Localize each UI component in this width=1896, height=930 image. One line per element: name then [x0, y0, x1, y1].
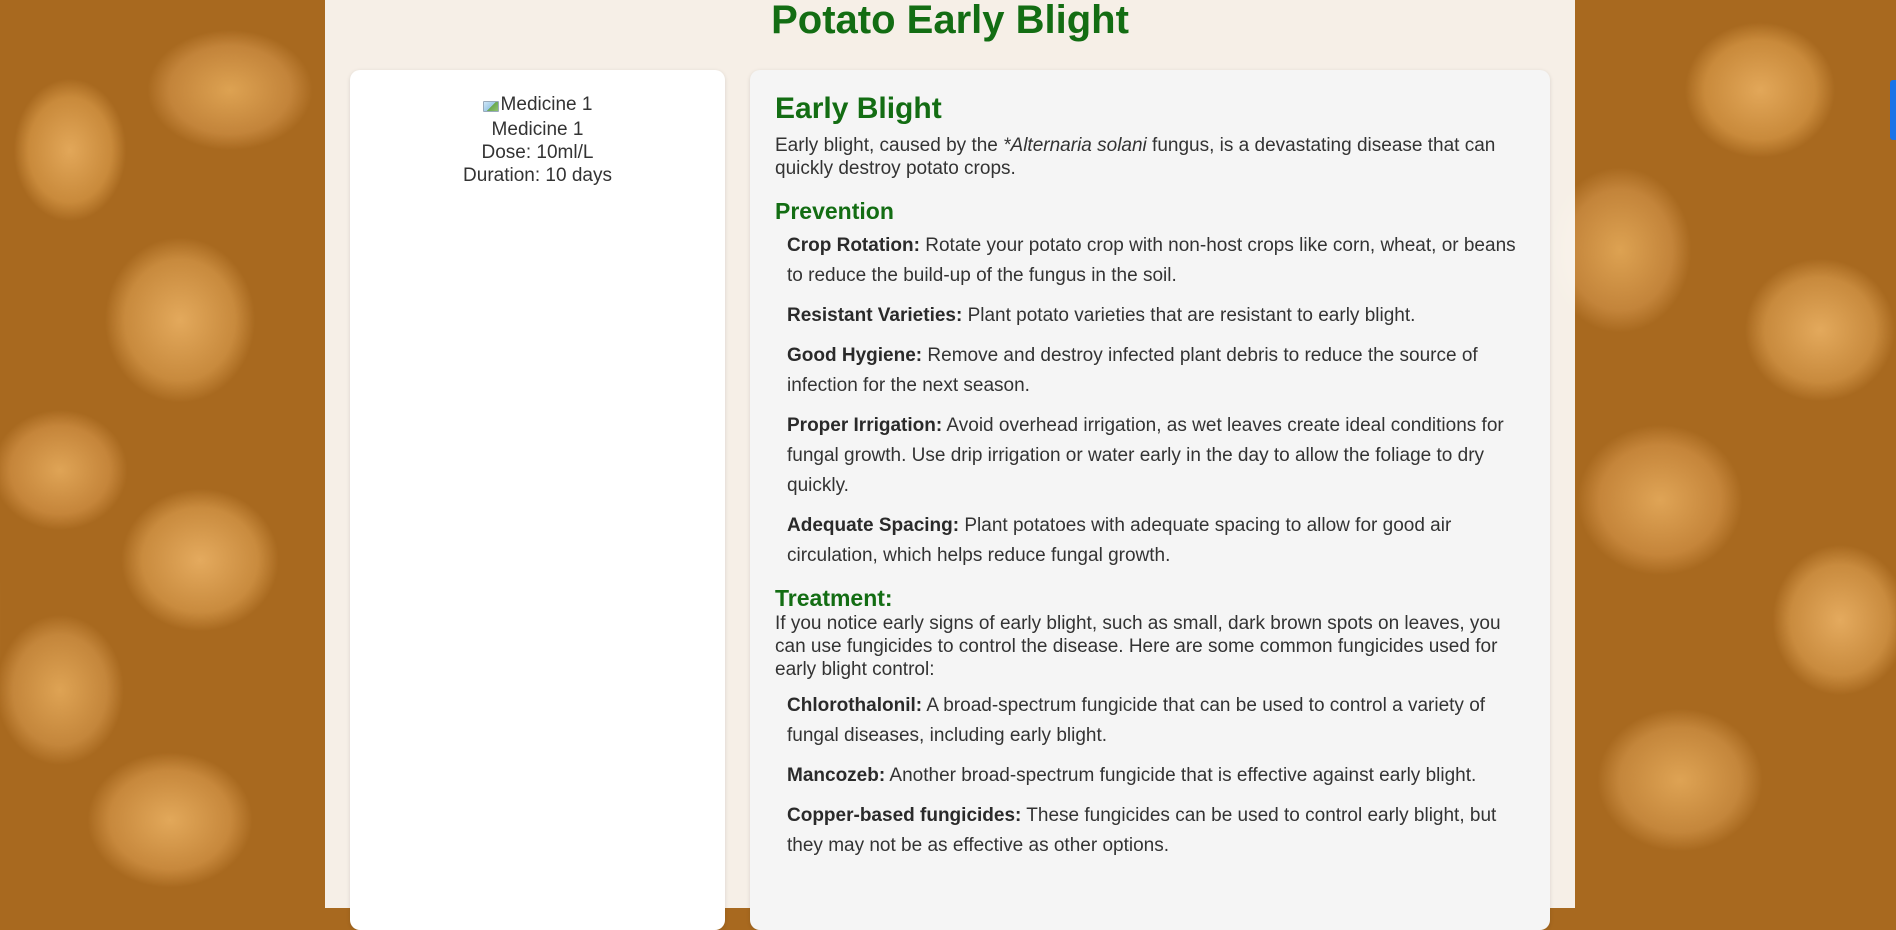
- medicine-info: Medicine 1 Dose: 10ml/L Duration: 10 day…: [350, 118, 725, 187]
- treatment-intro: If you notice early signs of early bligh…: [775, 613, 1501, 680]
- item-term: Proper Irrigation:: [787, 415, 943, 436]
- list-item: Resistant Varieties: Plant potato variet…: [787, 301, 1525, 331]
- list-item: Mancozeb: Another broad-spectrum fungici…: [787, 761, 1525, 791]
- scroll-indicator[interactable]: [1890, 80, 1896, 140]
- treatment-heading: Treatment:: [775, 585, 893, 611]
- list-item: Chlorothalonil: A broad-spectrum fungici…: [787, 691, 1525, 751]
- item-term: Resistant Varieties:: [787, 305, 963, 326]
- item-term: Mancozeb:: [787, 765, 886, 786]
- item-term: Adequate Spacing:: [787, 515, 960, 536]
- disease-card: Early Blight Early blight, caused by the…: [750, 70, 1550, 930]
- medicine-dose: Dose: 10ml/L: [481, 142, 594, 163]
- prevention-list: Crop Rotation: Rotate your potato crop w…: [775, 231, 1525, 571]
- medicine-image: Medicine 1: [482, 94, 593, 116]
- page-container: Potato Early Blight Medicine 1 Medicine …: [325, 0, 1575, 930]
- treatment-list: Chlorothalonil: A broad-spectrum fungici…: [775, 691, 1525, 861]
- item-text: Plant potato varieties that are resistan…: [962, 305, 1416, 326]
- medicine-image-alt: Medicine 1: [500, 94, 593, 115]
- disease-intro: Early blight, caused by the *Alternaria …: [775, 134, 1525, 180]
- item-text: Another broad-spectrum fungicide that is…: [885, 765, 1477, 786]
- intro-text-start: Early blight, caused by the: [775, 135, 1004, 156]
- disease-heading: Early Blight: [775, 92, 942, 125]
- prevention-heading: Prevention: [775, 198, 894, 224]
- item-term: Crop Rotation:: [787, 235, 920, 256]
- page-title: Potato Early Blight: [771, 0, 1129, 42]
- item-term: Chlorothalonil:: [787, 695, 923, 716]
- list-item: Crop Rotation: Rotate your potato crop w…: [787, 231, 1525, 291]
- medicine-name: Medicine 1: [491, 119, 584, 140]
- medicine-card: Medicine 1 Medicine 1 Dose: 10ml/L Durat…: [350, 70, 725, 930]
- list-item: Proper Irrigation: Avoid overhead irriga…: [787, 411, 1525, 501]
- medicine-duration: Duration: 10 days: [463, 165, 612, 186]
- item-term: Copper-based fungicides:: [787, 805, 1022, 826]
- list-item: Adequate Spacing: Plant potatoes with ad…: [787, 511, 1525, 571]
- list-item: Good Hygiene: Remove and destroy infecte…: [787, 341, 1525, 401]
- item-term: Good Hygiene:: [787, 345, 923, 366]
- list-item: Copper-based fungicides: These fungicide…: [787, 801, 1525, 861]
- broken-image-icon: [482, 98, 499, 112]
- intro-pathogen: *Alternaria solani: [1003, 135, 1147, 156]
